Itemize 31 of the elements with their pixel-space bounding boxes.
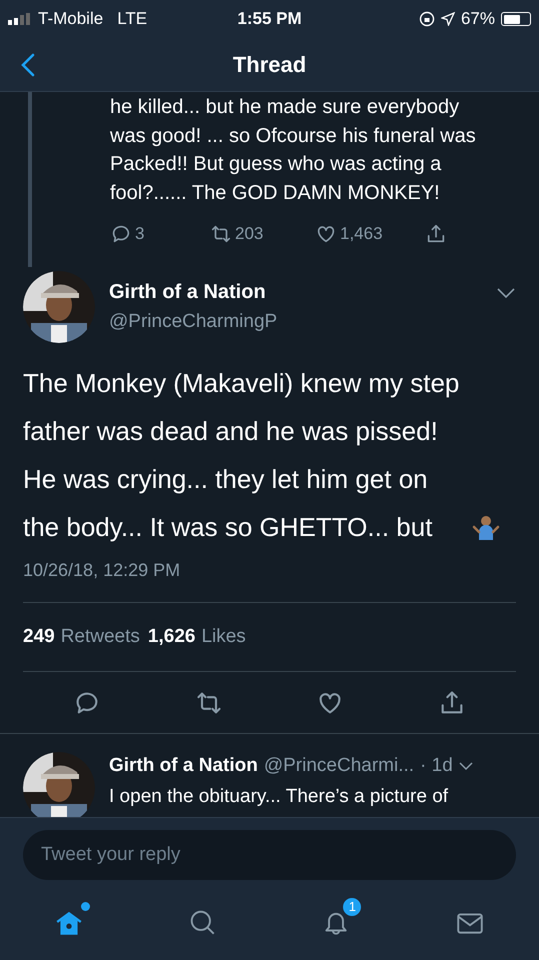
tweet-text: I open the obituary... There’s a picture of: [109, 784, 450, 808]
page-title: Thread: [232, 52, 306, 77]
display-name[interactable]: Girth of a Nation: [109, 276, 482, 307]
carrier-name: T-Mobile: [38, 8, 104, 30]
clock: 1:55 PM: [237, 9, 302, 28]
rotation-lock-icon: [418, 11, 435, 27]
notification-badge: 1: [341, 896, 364, 918]
user-handle[interactable]: @PrinceCharmingP: [109, 308, 482, 336]
retweet-count[interactable]: 249: [23, 622, 55, 651]
display-name[interactable]: Girth of a Nation: [109, 752, 258, 780]
tweet-time: · 1d: [420, 754, 453, 778]
like-count: 1,463: [340, 223, 383, 245]
user-handle[interactable]: @PrinceCharmi...: [264, 752, 414, 780]
like-count[interactable]: 1,626: [148, 622, 196, 651]
reply-count: 3: [135, 223, 144, 245]
tweet-text: he killed... but he made sure everybody was good! ... so Ofcourse his funeral was Packed!! But guess who was acting a fool?...... The GOD DAMN MONKEY!: [110, 95, 477, 206]
network-type: LTE: [117, 8, 148, 30]
location-arrow-icon: [440, 12, 455, 26]
retweets-label[interactable]: Retweets: [60, 622, 140, 651]
back-icon[interactable]: [20, 53, 36, 77]
battery-icon: [501, 12, 531, 26]
retweet-count: 203: [235, 223, 264, 245]
chevron-down-icon[interactable]: [496, 286, 516, 298]
tweet-timestamp: 10/26/18, 12:29 PM: [23, 558, 182, 582]
battery-percent: 67%: [460, 8, 495, 30]
chevron-down-icon[interactable]: [458, 762, 473, 771]
share-icon[interactable]: [425, 222, 447, 245]
likes-label[interactable]: Likes: [201, 622, 246, 651]
signal-icon: [8, 13, 32, 25]
reply-input[interactable]: Tweet your reply: [23, 830, 516, 880]
tweet-text: The Monkey (Makaveli) knew my step father was dead and he was pissed! He was crying... they let him get on the body... It was so GHETTO... but: [23, 366, 460, 544]
